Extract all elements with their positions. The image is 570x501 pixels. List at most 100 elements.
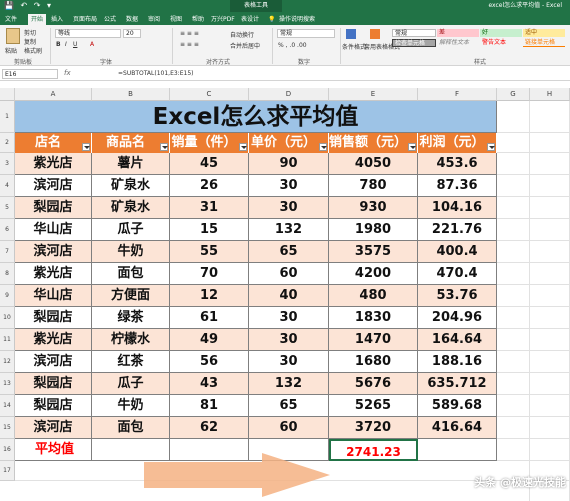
number-format-icons[interactable]: % , .0 .00 [278,42,307,49]
font-color-icon[interactable]: A [90,41,94,48]
table-cell[interactable]: 55 [170,241,249,263]
column-header-D[interactable]: D [249,88,329,101]
copy-button[interactable]: 复制 [24,37,36,46]
table-format-icon[interactable] [370,29,380,39]
table-cell[interactable]: 矿泉水 [92,175,170,197]
tab-home[interactable]: 开始 [28,14,47,25]
table-cell[interactable]: 12 [170,285,249,307]
filter-dropdown-icon[interactable] [408,143,416,151]
table-cell[interactable]: 30 [249,307,329,329]
filter-dropdown-icon[interactable] [239,143,247,151]
row-header-17[interactable]: 17 [0,461,15,481]
table-cell[interactable]: 1980 [329,219,418,241]
italic-icon[interactable]: I [65,41,67,48]
column-header-F[interactable]: F [418,88,497,101]
table-cell[interactable]: 61 [170,307,249,329]
table-cell[interactable]: 49 [170,329,249,351]
row-header-11[interactable]: 11 [0,329,15,351]
format-painter-button[interactable]: 格式刷 [24,46,42,55]
table-cell[interactable]: 60 [249,417,329,439]
table-cell[interactable]: 30 [249,329,329,351]
tab-help[interactable]: 帮助 [189,14,207,25]
table-cell[interactable]: 589.68 [418,395,497,417]
tell-me-search[interactable]: 操作说明搜索 [276,14,318,25]
tab-page-layout[interactable]: 页面布局 [70,14,100,25]
conditional-format-icon[interactable] [346,29,356,39]
table-cell[interactable]: 矿泉水 [92,197,170,219]
table-cell[interactable]: 瓜子 [92,219,170,241]
table-header-cell[interactable]: 单价（元） [249,133,329,153]
align-icons[interactable]: ≡ ≡ ≡ [180,41,199,48]
table-cell[interactable]: 40 [249,285,329,307]
table-header-cell[interactable]: 商品名 [92,133,170,153]
table-cell[interactable]: 780 [329,175,418,197]
row-header-14[interactable]: 14 [0,395,15,417]
table-cell[interactable]: 60 [249,263,329,285]
filter-dropdown-icon[interactable] [487,143,495,151]
cut-button[interactable]: 剪切 [24,28,36,37]
table-cell[interactable]: 1680 [329,351,418,373]
table-cell[interactable]: 204.96 [418,307,497,329]
quick-access-toolbar[interactable]: 💾 ↶ ↷ ▾ [4,1,53,10]
table-cell[interactable]: 62 [170,417,249,439]
tab-view[interactable]: 视图 [167,14,185,25]
table-header-cell[interactable]: 利润（元） [418,133,497,153]
column-header-G[interactable]: G [497,88,530,101]
column-header-E[interactable]: E [329,88,418,101]
average-value-cell[interactable]: 2741.23 [329,439,418,461]
table-cell[interactable]: 牛奶 [92,395,170,417]
style-check-cell[interactable]: 检查单元格 [392,39,436,47]
table-cell[interactable]: 柠檬水 [92,329,170,351]
table-cell[interactable]: 453.6 [418,153,497,175]
tab-insert[interactable]: 插入 [48,14,66,25]
select-all-corner[interactable] [0,88,15,101]
table-cell[interactable]: 紫光店 [15,153,92,175]
table-cell[interactable]: 3720 [329,417,418,439]
row-header-3[interactable]: 3 [0,153,15,175]
table-cell[interactable]: 紫光店 [15,263,92,285]
table-header-cell[interactable]: 销售额（元） [329,133,418,153]
style-linked[interactable]: 链接单元格 [523,39,565,47]
table-cell[interactable]: 牛奶 [92,241,170,263]
table-header-cell[interactable]: 销量（件） [170,133,249,153]
table-cell[interactable]: 4050 [329,153,418,175]
table-cell[interactable]: 瓜子 [92,373,170,395]
style-neutral[interactable]: 适中 [523,29,565,37]
conditional-format-button[interactable]: 条件格式 [342,42,366,51]
underline-icon[interactable]: U [73,41,77,48]
filter-dropdown-icon[interactable] [160,143,168,151]
table-cell[interactable]: 221.76 [418,219,497,241]
tab-table-design[interactable]: 表设计 [238,14,262,25]
table-cell[interactable]: 5265 [329,395,418,417]
table-cell[interactable]: 梨园店 [15,307,92,329]
table-cell[interactable]: 480 [329,285,418,307]
row-header-4[interactable]: 4 [0,175,15,197]
table-cell[interactable]: 188.16 [418,351,497,373]
formula-input[interactable]: =SUBTOTAL(101,E3:E15) [118,70,193,77]
table-cell[interactable]: 30 [249,197,329,219]
row-header-5[interactable]: 5 [0,197,15,219]
table-cell[interactable]: 1830 [329,307,418,329]
table-cell[interactable]: 绿茶 [92,307,170,329]
tab-data[interactable]: 数据 [123,14,141,25]
name-box[interactable]: E16 [2,69,58,79]
table-cell[interactable]: 132 [249,219,329,241]
average-label[interactable]: 平均值 [15,439,92,461]
paste-button[interactable]: 粘贴 [5,46,17,55]
table-cell[interactable]: 30 [249,175,329,197]
table-cell[interactable]: 65 [249,241,329,263]
table-cell[interactable]: 薯片 [92,153,170,175]
font-name-select[interactable]: 等线 [55,29,121,38]
tab-file[interactable]: 文件 [2,14,20,25]
table-cell[interactable]: 华山店 [15,285,92,307]
row-header-8[interactable]: 8 [0,263,15,285]
table-cell[interactable]: 面包 [92,417,170,439]
table-cell[interactable]: 26 [170,175,249,197]
table-cell[interactable]: 90 [249,153,329,175]
table-cell[interactable]: 65 [249,395,329,417]
table-cell[interactable]: 华山店 [15,219,92,241]
column-header-A[interactable]: A [15,88,92,101]
table-cell[interactable]: 81 [170,395,249,417]
spreadsheet-grid[interactable]: ABCDEFGH 1 2 3 4 5 6 7 8 9 10 11 12 13 14 15 16 17 Excel… [0,88,570,501]
table-cell[interactable]: 30 [249,351,329,373]
